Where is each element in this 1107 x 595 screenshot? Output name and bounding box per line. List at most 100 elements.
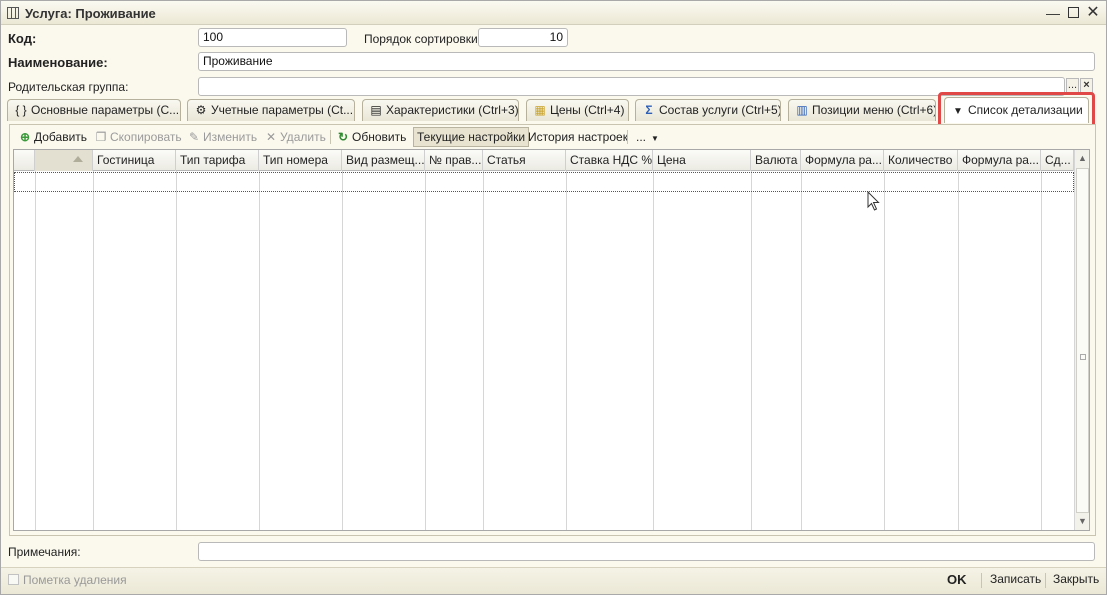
parent-group-label: Родительская группа:: [8, 80, 129, 94]
refresh-button[interactable]: ↻ Обновить: [336, 127, 406, 147]
column-divider: [801, 171, 802, 530]
sigma-icon: Σ: [645, 103, 653, 117]
tab-main-parameters[interactable]: { } Основные параметры (C...: [7, 99, 181, 121]
column-divider: [1041, 171, 1042, 530]
code-label: Код:: [8, 31, 37, 46]
delete-button[interactable]: ✕ Удалить: [264, 127, 326, 147]
column-header-room-type[interactable]: Тип номера: [259, 150, 342, 171]
column-header-rule-number[interactable]: № прав...: [425, 150, 483, 171]
scroll-up-icon[interactable]: ▲: [1075, 150, 1089, 167]
sort-order-label: Порядок сортировки:: [364, 32, 482, 46]
footer-separator: [981, 573, 982, 588]
column-divider: [751, 171, 752, 530]
name-field[interactable]: Проживание: [198, 52, 1095, 71]
delete-label: Удалить: [280, 130, 326, 144]
column-divider: [653, 171, 654, 530]
column-header-formula-1[interactable]: Формула ра...: [801, 150, 884, 171]
column-divider: [35, 171, 36, 530]
column-header-vat-rate[interactable]: Ставка НДС %: [566, 150, 653, 171]
braces-icon: { }: [15, 103, 27, 117]
column-divider: [342, 171, 343, 530]
column-divider: [93, 171, 94, 530]
table-row-current[interactable]: [14, 172, 1074, 192]
deletion-mark-checkbox[interactable]: [8, 574, 19, 585]
vertical-scrollbar[interactable]: ▲ ▼: [1074, 150, 1089, 530]
column-divider: [483, 171, 484, 530]
form-footer: Пометка удаления OK Записать Закрыть: [1, 567, 1106, 594]
column-header-quantity[interactable]: Количество: [884, 150, 958, 171]
close-window-button[interactable]: ✕: [1084, 4, 1102, 22]
add-label: Добавить: [34, 130, 88, 144]
column-header-accommodation-type[interactable]: Вид размещ...: [342, 150, 425, 171]
price-list-icon: ▦: [534, 103, 546, 117]
minimize-button[interactable]: —: [1044, 4, 1062, 22]
copy-icon: ❐: [95, 130, 107, 144]
column-header-hotel[interactable]: Гостиница: [93, 150, 176, 171]
column-divider: [958, 171, 959, 530]
maximize-icon: [1067, 7, 1079, 18]
form-icon: [7, 7, 19, 19]
window-title: Услуга: Проживание: [25, 6, 156, 21]
ok-button[interactable]: OK: [947, 572, 967, 587]
tab-prices[interactable]: ▦ Цены (Ctrl+4): [526, 99, 629, 121]
dropdown-arrow-icon: ▼: [651, 134, 659, 143]
document-icon: ▤: [370, 103, 382, 117]
footer-separator: [1045, 573, 1046, 588]
table-header: Гостиница Тип тарифа Тип номера Вид разм…: [14, 150, 1074, 171]
tab-characteristics[interactable]: ▤ Характеристики (Ctrl+3): [362, 99, 519, 121]
toolbar-separator: [330, 130, 331, 144]
tab-service-composition[interactable]: Σ Состав услуги (Ctrl+5): [635, 99, 781, 121]
column-header-marker[interactable]: [14, 150, 35, 171]
column-header-tariff-type[interactable]: Тип тарифа: [176, 150, 259, 171]
tab-menu-positions[interactable]: ▥ Позиции меню (Ctrl+6): [788, 99, 936, 121]
column-divider: [425, 171, 426, 530]
tab-label: Позиции меню (Ctrl+6): [812, 103, 936, 117]
column-divider: [176, 171, 177, 530]
code-field[interactable]: 100: [198, 28, 347, 47]
name-label: Наименование:: [8, 55, 108, 70]
parent-group-field[interactable]: [198, 77, 1065, 96]
refresh-label: Обновить: [352, 130, 407, 144]
more-actions-button[interactable]: ... ▼: [636, 127, 659, 147]
mouse-cursor-icon: [867, 191, 880, 211]
title-bar[interactable]: Услуга: Проживание — ✕: [1, 1, 1106, 25]
column-header-currency[interactable]: Валюта: [751, 150, 801, 171]
scroll-down-icon[interactable]: ▼: [1075, 513, 1089, 530]
notes-label: Примечания:: [8, 545, 81, 559]
column-divider: [259, 171, 260, 530]
tab-label: Состав услуги (Ctrl+5): [659, 103, 781, 117]
maximize-button[interactable]: [1064, 4, 1082, 22]
save-button[interactable]: Записать: [990, 572, 1041, 586]
scrollbar-thumb[interactable]: [1076, 168, 1089, 513]
tab-label: Цены (Ctrl+4): [550, 103, 625, 117]
add-button[interactable]: ⊕ Добавить: [18, 127, 87, 147]
more-label: ...: [636, 130, 647, 144]
sort-order-field[interactable]: 10: [478, 28, 568, 47]
close-button[interactable]: Закрыть: [1053, 572, 1099, 586]
pencil-icon: ✎: [188, 130, 200, 144]
tab-label: Основные параметры (C...: [31, 103, 180, 117]
scroll-grip-icon: [1080, 354, 1086, 360]
add-icon: ⊕: [19, 130, 31, 144]
toolbar-separator: [627, 130, 628, 144]
copy-button[interactable]: ❐ Скопировать: [94, 127, 182, 147]
column-header-article[interactable]: Статья: [483, 150, 566, 171]
detail-list-table[interactable]: Гостиница Тип тарифа Тип номера Вид разм…: [13, 149, 1090, 531]
tab-accounting-parameters[interactable]: ⚙ Учетные параметры (Ct...: [187, 99, 355, 121]
tab-label: Характеристики (Ctrl+3): [386, 103, 519, 117]
column-header-formula-2[interactable]: Формула ра...: [958, 150, 1041, 171]
edit-label: Изменить: [203, 130, 258, 144]
settings-history-button[interactable]: История настроек: [528, 127, 628, 147]
column-divider: [884, 171, 885, 530]
edit-button[interactable]: ✎ Изменить: [187, 127, 257, 147]
delete-icon: ✕: [265, 130, 277, 144]
current-settings-button[interactable]: Текущие настройки: [413, 127, 530, 147]
column-header-picture[interactable]: [35, 150, 93, 171]
column-divider: [566, 171, 567, 530]
tab-label: Учетные параметры (Ct...: [211, 103, 354, 117]
service-form-window: Услуга: Проживание — ✕ Код: 100 Порядок …: [0, 0, 1107, 595]
deletion-mark-label: Пометка удаления: [23, 573, 127, 587]
column-header-price[interactable]: Цена: [653, 150, 751, 171]
notes-field[interactable]: [198, 542, 1095, 561]
column-header-extra[interactable]: Сд...: [1041, 150, 1074, 171]
